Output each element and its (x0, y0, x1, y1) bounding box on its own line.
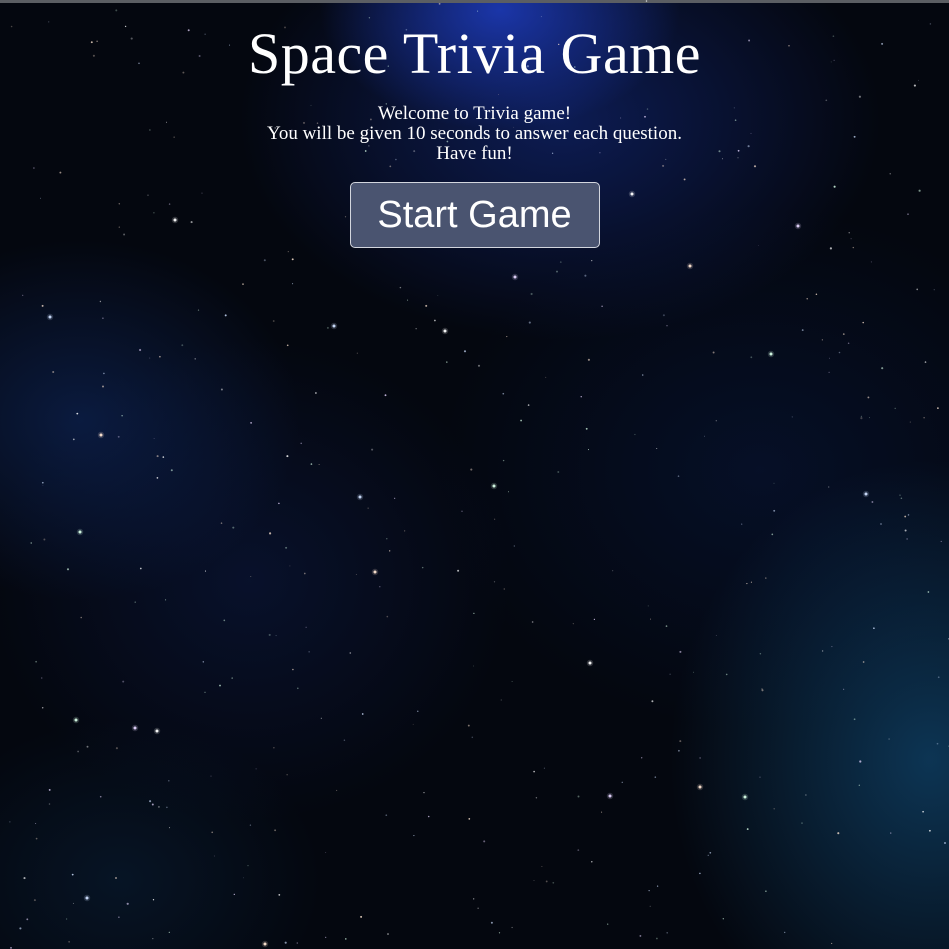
intro-line-welcome: Welcome to Trivia game! (377, 103, 572, 124)
intro-text: Welcome to Trivia game! You will be give… (0, 104, 949, 164)
page-title: Space Trivia Game (247, 21, 702, 86)
main-content: Space Trivia Game Welcome to Trivia game… (0, 0, 949, 248)
intro-line-rules: You will be given 10 seconds to answer e… (267, 123, 682, 144)
intro-line-have-fun: Have fun! (436, 143, 513, 164)
start-game-button[interactable]: Start Game (349, 182, 600, 248)
